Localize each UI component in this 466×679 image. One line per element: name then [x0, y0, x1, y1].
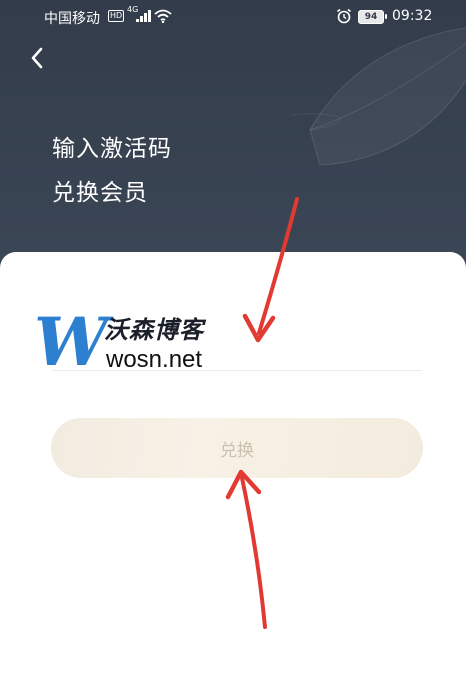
battery-tip [385, 14, 387, 19]
page-title: 输入激活码 兑换会员 [52, 127, 172, 215]
watermark-logo: W 沃森博客 wosn.net [34, 306, 234, 378]
watermark-url: wosn.net [106, 346, 203, 373]
back-button[interactable] [22, 42, 54, 74]
signal-icon [136, 10, 151, 22]
hd-badge: HD [108, 10, 125, 22]
redeem-button[interactable]: 兑换 [51, 418, 423, 478]
page-header: 中国移动 HD 4G 94 09:32 输入激活码 兑换会员 [0, 0, 466, 290]
page-title-line2: 兑换会员 [52, 180, 148, 206]
page-title-line1: 输入激活码 [52, 136, 172, 162]
wifi-icon [154, 9, 172, 23]
alarm-icon [337, 8, 351, 24]
leaf-decoration-icon [290, 27, 466, 166]
chevron-left-icon [31, 47, 43, 69]
carrier-name: 中国移动 [44, 11, 100, 27]
battery-level: 94 [358, 10, 384, 24]
watermark-name: 沃森博客 [104, 316, 204, 344]
clock: 09:32 [392, 8, 433, 24]
status-bar: 中国移动 HD 4G 94 09:32 [0, 0, 466, 34]
watermark-letter: W [34, 303, 109, 381]
